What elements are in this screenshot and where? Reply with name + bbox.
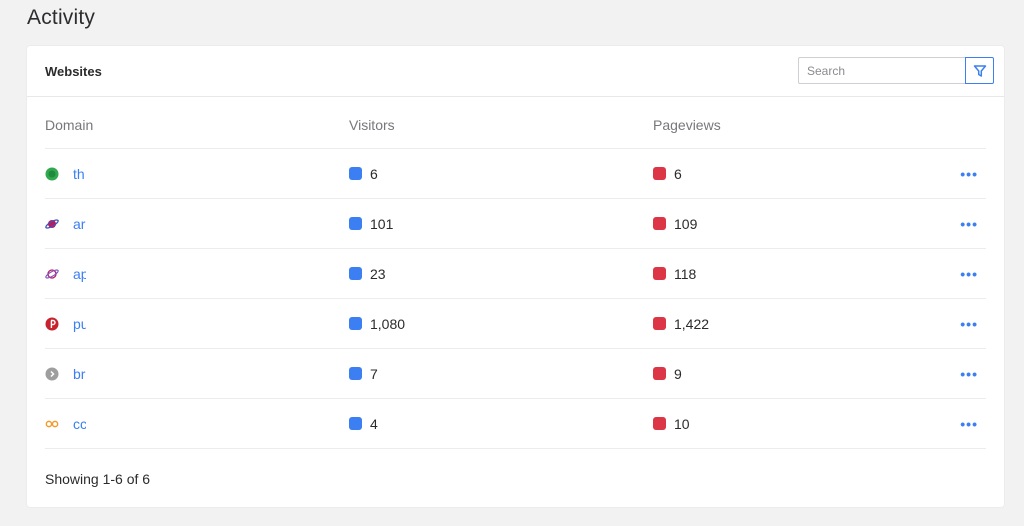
visitors-value: 1,080 (370, 315, 406, 332)
page-title: Activity (27, 6, 96, 29)
pinterest-icon (45, 317, 59, 331)
visitors-swatch (349, 417, 362, 430)
pageviews-value: 109 (674, 215, 698, 232)
column-header-visitors[interactable]: Visitors (349, 101, 653, 149)
pageviews-swatch (653, 267, 666, 280)
domain-link[interactable]: pu (73, 316, 86, 332)
pagination-summary: Showing 1-6 of 6 (45, 471, 151, 487)
pageviews-value: 118 (674, 265, 697, 282)
column-header-domain[interactable]: Domain (45, 101, 349, 149)
more-actions-button[interactable]: ••• (960, 266, 978, 282)
more-actions-button[interactable]: ••• (960, 216, 978, 232)
card-header: Websites (27, 46, 1004, 97)
more-actions-button[interactable]: ••• (960, 166, 978, 182)
table-row: cc 4 10 ••• (45, 398, 986, 449)
table-row: ar 101 109 ••• (45, 198, 986, 249)
infinity-icon (45, 417, 59, 431)
table-header-row: Domain Visitors Pageviews (45, 101, 986, 149)
domain-link[interactable]: cc (73, 416, 86, 432)
visitors-value: 23 (370, 265, 386, 282)
table-row: ap 23 118 ••• (45, 248, 986, 299)
more-actions-button[interactable]: ••• (960, 316, 978, 332)
visitors-value: 6 (370, 165, 378, 182)
domain-link[interactable]: ar (73, 216, 86, 232)
table-row: th 6 6 ••• (45, 148, 986, 199)
websites-card: Websites Domain Visitors Pageviews (27, 46, 1004, 507)
card-title: Websites (45, 64, 102, 79)
pageviews-value: 6 (674, 165, 682, 182)
visitors-value: 4 (370, 415, 378, 432)
pageviews-swatch (653, 217, 666, 230)
table-row: pu 1,080 1,422 ••• (45, 298, 986, 349)
visitors-swatch (349, 317, 362, 330)
pageviews-value: 1,422 (674, 315, 710, 332)
column-header-pageviews[interactable]: Pageviews (653, 101, 953, 149)
pageviews-value: 10 (674, 415, 690, 432)
websites-table: Domain Visitors Pageviews th 6 6 ••• ar … (45, 101, 986, 449)
visitors-swatch (349, 267, 362, 280)
pageviews-swatch (653, 367, 666, 380)
visitors-swatch (349, 217, 362, 230)
pageviews-swatch (653, 417, 666, 430)
search-group (798, 57, 994, 84)
domain-link[interactable]: br (73, 366, 86, 382)
visitors-swatch (349, 367, 362, 380)
planet-icon (45, 217, 59, 231)
filter-icon (973, 64, 986, 77)
search-input[interactable] (798, 57, 965, 84)
visitors-value: 101 (370, 215, 394, 232)
visitors-swatch (349, 167, 362, 180)
more-actions-button[interactable]: ••• (960, 366, 978, 382)
pageviews-value: 9 (674, 365, 682, 382)
planet-icon (45, 267, 59, 281)
table-row: br 7 9 ••• (45, 348, 986, 399)
domain-link[interactable]: ap (73, 266, 86, 282)
more-actions-button[interactable]: ••• (960, 416, 978, 432)
green-circle-icon (45, 167, 59, 181)
visitors-value: 7 (370, 365, 378, 382)
pageviews-swatch (653, 167, 666, 180)
gray-chevron-circle-icon (45, 367, 59, 381)
domain-link[interactable]: th (73, 166, 86, 182)
column-header-actions (953, 101, 986, 149)
filter-button[interactable] (965, 57, 994, 84)
pageviews-swatch (653, 317, 666, 330)
